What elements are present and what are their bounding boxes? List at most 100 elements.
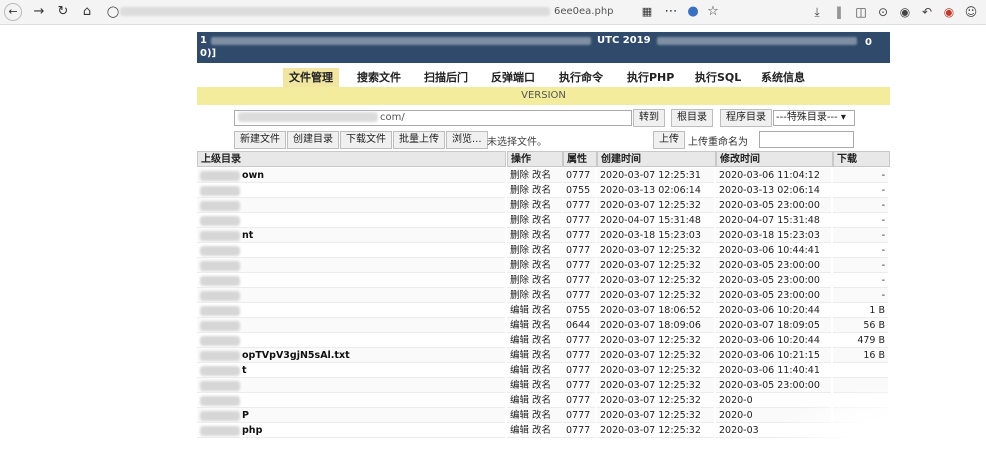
file-perm[interactable]: 0777 xyxy=(563,228,595,243)
file-size[interactable]: - xyxy=(833,198,888,213)
file-size[interactable]: - xyxy=(833,243,888,258)
file-name[interactable]: P xyxy=(197,408,505,423)
file-mtime[interactable]: 2020-03-05 23:00:00 xyxy=(716,378,831,393)
undo-icon[interactable]: ↶ xyxy=(920,3,934,21)
edit-delete-link[interactable]: 编辑 xyxy=(510,380,529,391)
upload-rename-input[interactable] xyxy=(759,131,854,148)
file-mtime[interactable]: 2020-0 xyxy=(716,393,831,408)
edit-delete-link[interactable]: 编辑 xyxy=(510,395,529,406)
rename-link[interactable]: 改名 xyxy=(532,350,551,361)
file-perm[interactable]: 0777 xyxy=(563,363,595,378)
file-name[interactable]: own xyxy=(197,168,505,183)
edit-delete-link[interactable]: 删除 xyxy=(510,170,529,181)
upload-button[interactable]: 上传 xyxy=(653,131,685,149)
path-input[interactable]: com/ xyxy=(234,110,632,126)
edit-delete-link[interactable]: 编辑 xyxy=(510,335,529,346)
chat-icon[interactable]: ◉ xyxy=(898,3,912,21)
file-size[interactable] xyxy=(833,393,888,408)
download-file-button[interactable]: 下载文件 xyxy=(340,131,392,149)
file-perm[interactable]: 0777 xyxy=(563,273,595,288)
file-size[interactable]: - xyxy=(833,168,888,183)
edit-delete-link[interactable]: 删除 xyxy=(510,245,529,256)
rename-link[interactable]: 改名 xyxy=(532,215,551,226)
file-name[interactable] xyxy=(197,378,505,393)
edit-delete-link[interactable]: 编辑 xyxy=(510,305,529,316)
program-dir-button[interactable]: 程序目录 xyxy=(720,109,772,127)
account-icon[interactable]: ☺ xyxy=(964,3,978,21)
file-name[interactable]: nt xyxy=(197,228,505,243)
file-perm[interactable]: 0777 xyxy=(563,168,595,183)
file-name[interactable] xyxy=(197,303,505,318)
file-mtime[interactable]: 2020-03-06 11:40:41 xyxy=(716,363,831,378)
rename-link[interactable]: 改名 xyxy=(532,275,551,286)
addon-icon[interactable]: ◉ xyxy=(942,3,956,21)
file-name[interactable] xyxy=(197,393,505,408)
back-icon[interactable]: ← xyxy=(4,3,22,21)
reload-icon[interactable]: ↻ xyxy=(54,3,72,21)
edit-delete-link[interactable]: 删除 xyxy=(510,185,529,196)
rename-link[interactable]: 改名 xyxy=(532,260,551,271)
go-button[interactable]: 转到 xyxy=(633,109,665,127)
edit-delete-link[interactable]: 删除 xyxy=(510,290,529,301)
file-name[interactable] xyxy=(197,198,505,213)
header-parent-dir[interactable]: 上级目录 xyxy=(197,151,506,167)
rename-link[interactable]: 改名 xyxy=(532,170,551,181)
file-size[interactable]: 1 B xyxy=(833,303,888,318)
file-size[interactable]: - xyxy=(833,258,888,273)
tab-exec-sql[interactable]: 执行SQL xyxy=(689,68,747,87)
file-name[interactable]: t xyxy=(197,363,505,378)
create-dir-button[interactable]: 创建目录 xyxy=(287,131,339,149)
rename-link[interactable]: 改名 xyxy=(532,380,551,391)
edit-delete-link[interactable]: 编辑 xyxy=(510,320,529,331)
file-mtime[interactable]: 2020-03-05 23:00:00 xyxy=(716,273,831,288)
file-name[interactable] xyxy=(197,273,505,288)
rename-link[interactable]: 改名 xyxy=(532,245,551,256)
file-size[interactable] xyxy=(833,378,888,393)
star-icon[interactable]: ☆ xyxy=(704,3,722,21)
file-mtime[interactable]: 2020-03-05 23:00:00 xyxy=(716,288,831,303)
file-mtime[interactable]: 2020-03 xyxy=(716,423,831,438)
file-perm[interactable]: 0644 xyxy=(563,318,595,333)
file-perm[interactable]: 0777 xyxy=(563,258,595,273)
tab-system-info[interactable]: 系统信息 xyxy=(755,68,811,87)
file-name[interactable] xyxy=(197,183,505,198)
batch-upload-button[interactable]: 批量上传 xyxy=(393,131,445,149)
file-mtime[interactable]: 2020-03-05 23:00:00 xyxy=(716,258,831,273)
edit-delete-link[interactable]: 删除 xyxy=(510,230,529,241)
file-size[interactable]: 16 B xyxy=(833,348,888,363)
file-size[interactable]: - xyxy=(833,288,888,303)
tab-scan-backdoor[interactable]: 扫描后门 xyxy=(418,68,474,87)
root-dir-button[interactable]: 根目录 xyxy=(671,109,713,127)
file-mtime[interactable]: 2020-03-07 18:09:05 xyxy=(716,318,831,333)
file-size[interactable]: - xyxy=(833,183,888,198)
library-icon[interactable]: ‖ xyxy=(832,3,846,21)
file-size[interactable]: - xyxy=(833,228,888,243)
download-icon[interactable]: ⤓ xyxy=(810,3,824,21)
rename-link[interactable]: 改名 xyxy=(532,335,551,346)
file-perm[interactable]: 0777 xyxy=(563,378,595,393)
file-mtime[interactable]: 2020-03-06 10:44:41 xyxy=(716,243,831,258)
edit-delete-link[interactable]: 删除 xyxy=(510,260,529,271)
tab-reverse-port[interactable]: 反弹端口 xyxy=(485,68,541,87)
file-name[interactable] xyxy=(197,213,505,228)
file-size[interactable]: - xyxy=(833,273,888,288)
file-perm[interactable]: 0777 xyxy=(563,213,595,228)
file-perm[interactable]: 0777 xyxy=(563,423,595,438)
file-size[interactable]: - xyxy=(833,213,888,228)
file-perm[interactable]: 0755 xyxy=(563,183,595,198)
file-perm[interactable]: 0777 xyxy=(563,288,595,303)
rename-link[interactable]: 改名 xyxy=(532,395,551,406)
file-perm[interactable]: 0777 xyxy=(563,408,595,423)
file-name[interactable] xyxy=(197,318,505,333)
rename-link[interactable]: 改名 xyxy=(532,425,551,436)
file-mtime[interactable]: 2020-03-06 10:20:44 xyxy=(716,333,831,348)
forward-icon[interactable]: → xyxy=(30,3,48,21)
edit-delete-link[interactable]: 编辑 xyxy=(510,410,529,421)
file-name[interactable] xyxy=(197,243,505,258)
tab-file-manager[interactable]: 文件管理 xyxy=(283,68,339,87)
file-name[interactable] xyxy=(197,288,505,303)
tab-exec-command[interactable]: 执行命令 xyxy=(553,68,609,87)
sidebar-icon[interactable]: ◫ xyxy=(854,3,868,21)
file-size[interactable] xyxy=(833,423,888,438)
rename-link[interactable]: 改名 xyxy=(532,290,551,301)
